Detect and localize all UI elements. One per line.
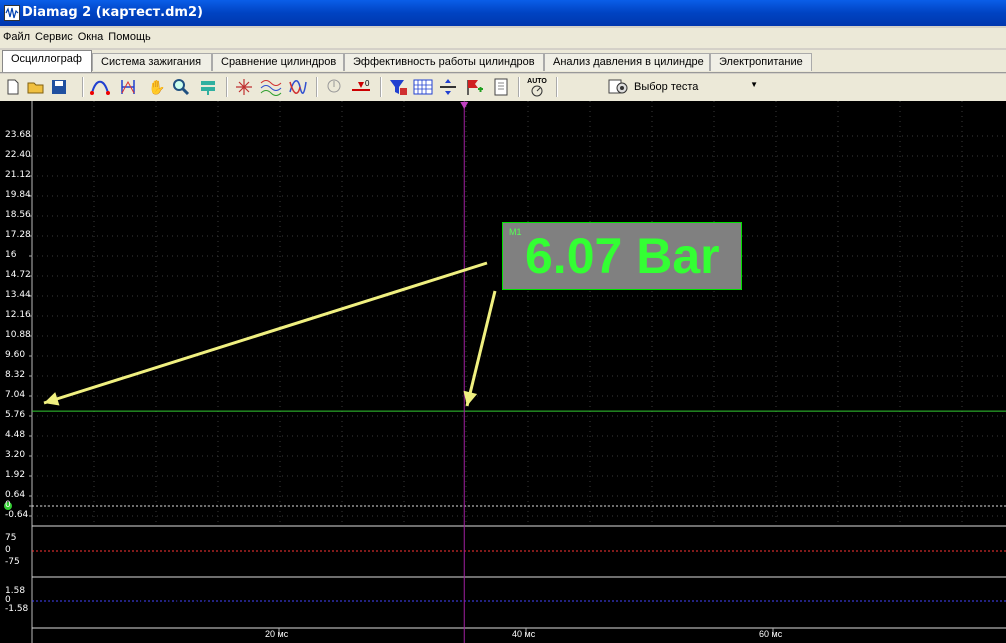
open-folder-icon[interactable]: [25, 76, 47, 98]
menu-bar: Файл Сервис Окна Помощь: [0, 28, 1006, 48]
tab-cylinder-efficiency[interactable]: Эффективность работы цилиндров: [344, 53, 544, 71]
tab-ignition-system[interactable]: Система зажигания: [92, 53, 212, 71]
tab-power-supply[interactable]: Электропитание: [710, 53, 812, 71]
y-tick-label: 3.20: [5, 450, 26, 460]
y-tick-label: -75: [5, 557, 20, 567]
zoom-icon[interactable]: [170, 76, 192, 98]
waveform-icon[interactable]: [89, 76, 111, 98]
test-select-label: Выбор теста: [634, 81, 699, 93]
y-tick-label: 7.04: [5, 390, 26, 400]
menu-help[interactable]: Помощь: [105, 28, 153, 43]
tab-oscilloscope[interactable]: Осциллограф: [2, 50, 92, 72]
save-icon[interactable]: [48, 76, 70, 98]
channel-4-label: 4 Датчик первого цилиндра (В): [37, 588, 210, 602]
channel-1-label: 1 ДД Картест (Bar): [37, 122, 141, 136]
y-tick-label: 17.28: [5, 230, 31, 240]
y-tick-label: 22.40: [5, 150, 31, 160]
scale-icon[interactable]: [437, 76, 459, 98]
y-tick-label: 14.72: [5, 270, 31, 280]
filter-icon[interactable]: [387, 76, 409, 98]
menu-windows[interactable]: Окна: [75, 28, 106, 43]
marker-flag-icon[interactable]: [463, 76, 485, 98]
menu-service[interactable]: Сервис: [32, 28, 75, 43]
x-tick-label: 20 мс: [265, 629, 289, 639]
annotation-arrowhead: [463, 390, 478, 406]
tab-cylinder-pressure[interactable]: Анализ давления в цилиндре: [544, 53, 710, 71]
annotation-arrow: [465, 290, 497, 407]
y-tick-label: 0: [5, 500, 11, 510]
y-tick-label: 18.56: [5, 210, 31, 220]
toolbar: ✋ 0 AUTO Выбор теста ▼: [0, 74, 1006, 101]
notes-icon[interactable]: [490, 76, 512, 98]
new-file-icon[interactable]: [2, 76, 24, 98]
y-tick-label: 21.12: [5, 170, 31, 180]
y-tick-label: -0.64: [5, 510, 29, 520]
zero-level-icon[interactable]: 0: [350, 76, 372, 98]
annotation-arrow: [43, 261, 488, 405]
y-tick-label: 8.32: [5, 370, 26, 380]
marker-value: 6.07 Bar: [525, 228, 720, 284]
chevron-down-icon: ▼: [750, 80, 758, 89]
tab-bar: Осциллограф Система зажигания Сравнение …: [0, 50, 1006, 73]
channels-icon[interactable]: [197, 76, 219, 98]
y-tick-label: -1.58: [5, 604, 29, 614]
y-tick-label: 0.64: [5, 490, 26, 500]
y-tick-label: 9.60: [5, 350, 26, 360]
marker-label: M1: [509, 227, 522, 237]
title-bar: Diamag 2 (картест.dm2): [0, 0, 1006, 26]
y-tick-label: 12.16: [5, 310, 31, 320]
y-tick-label: 5.76: [5, 410, 26, 420]
gear-icon: [608, 77, 630, 98]
marker-cursor-handle: [460, 102, 469, 109]
app-icon: [4, 5, 20, 21]
window-title: Diamag 2 (картест.dm2): [22, 5, 203, 20]
y-tick-label: 0: [5, 545, 11, 555]
y-tick-label: 4.48: [5, 430, 26, 440]
y-tick-label: 16: [5, 250, 17, 260]
sync-icon[interactable]: [233, 76, 255, 98]
svg-text:0: 0: [365, 79, 370, 88]
channel-2-label: 2 Датчик Полож Коленчатого Вала (В): [37, 537, 249, 551]
y-tick-label: 75: [5, 533, 17, 543]
y-tick-label: 1.92: [5, 470, 26, 480]
y-tick-label: 23.68: [5, 130, 31, 140]
overlay-icon[interactable]: [260, 76, 282, 98]
tab-cylinder-comparison[interactable]: Сравнение цилиндров: [212, 53, 344, 71]
grid-icon[interactable]: [412, 76, 434, 98]
menu-file[interactable]: Файл: [0, 28, 32, 43]
oscilloscope-svg: [4, 101, 1006, 643]
cursor-measure-icon[interactable]: [117, 76, 139, 98]
hand-pan-icon[interactable]: ✋: [146, 76, 168, 98]
y-tick-label: 10.88: [5, 330, 31, 340]
marker-readout[interactable]: M1 6.07 Bar: [502, 222, 742, 290]
y-tick-label: 13.44: [5, 290, 31, 300]
invert-icon[interactable]: [287, 76, 309, 98]
test-select-dropdown[interactable]: Выбор теста ▼: [608, 76, 766, 98]
auto-icon[interactable]: AUTO: [526, 76, 548, 98]
y-tick-label: 19.84: [5, 190, 31, 200]
x-tick-label: 40 мс: [512, 629, 536, 639]
x-tick-label: 60 мс: [759, 629, 783, 639]
auto-trigger-icon[interactable]: [323, 76, 345, 98]
